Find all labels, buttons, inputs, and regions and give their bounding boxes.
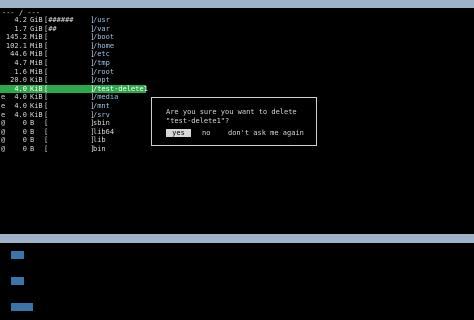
row-size-unit: B [30,136,35,145]
delete-confirm-dialog: Are you sure you want to delete "test-de… [151,97,317,146]
row-usage-bar: [ ] [44,41,95,50]
row-size-unit: KiB [30,110,43,119]
directory-row[interactable]: 4.7 MiB[ ]/tmp [0,59,474,68]
row-size-unit: MiB [30,58,43,67]
no-button[interactable]: no [202,129,210,137]
row-size: 44.6 [10,50,27,59]
row-size-unit: KiB [30,84,43,93]
row-usage-bar: [ ] [44,101,95,110]
row-usage-bar: [ ] [44,110,95,119]
row-size: 102.1 [5,41,27,50]
apparent-size-unit: GiB [11,285,25,294]
items-label: Items: [11,294,37,303]
row-name: /srv [93,110,110,119]
row-size-unit: B [30,144,35,153]
row-size: 0 [22,136,27,145]
row-size-unit: B [30,127,35,136]
row-size-unit: MiB [30,33,43,42]
row-size: 4.2 [14,16,27,24]
row-usage-bar: [ ] [44,127,95,136]
row-name: sbin [93,119,110,128]
total-usage-label: Total disk usage: [11,242,84,251]
row-name: /etc [93,50,110,59]
row-size-unit: GiB [30,24,43,33]
apparent-size-label: Apparent size: [11,268,71,277]
row-size: 1.7 [14,24,27,33]
row-usage-bar: [ ] [44,58,95,67]
row-name: /tmp [93,58,110,67]
yes-button[interactable]: yes [166,129,191,137]
row-usage-bar: [ ] [44,144,95,153]
row-name: /home [93,41,115,50]
row-usage-bar: [ ] [44,136,95,145]
total-usage-value: 6.2 [11,251,25,260]
row-size: 4.0 [14,101,27,110]
row-size-unit: B [30,119,35,128]
row-name: /mnt [93,101,110,110]
row-usage-bar: [## ] [44,24,95,33]
total-usage-unit: GiB [11,259,25,268]
row-usage-bar: [ ] [44,67,95,76]
row-name: /media [93,93,119,102]
row-size-unit: GiB [30,16,43,24]
row-size: 145.2 [5,33,27,42]
directory-row[interactable]: 1.6 MiB[ ]/root [0,68,474,77]
directory-row[interactable]: 4.2 GiB [###### ]/usr [0,16,474,25]
row-size: 4.0 [14,110,27,119]
row-size: 4.0 [14,93,27,102]
row-name: lib64 [93,127,115,136]
directory-row[interactable]: 20.0 KiB[ ]/opt [0,76,474,85]
status-bar: Total disk usage: 6.2 GiB Apparent size:… [0,234,474,319]
row-size-unit: KiB [30,76,43,85]
directory-row[interactable]: 102.1 MiB[ ]/home [0,42,474,51]
directory-row[interactable]: 145.2 MiB[ ]/boot [0,33,474,42]
row-size-unit: KiB [30,93,43,102]
items-count: 95863 [11,302,33,311]
row-name: /usr [93,16,110,24]
row-size: 0 [22,127,27,136]
directory-row[interactable]: 1.7 GiB [## ]/var [0,25,474,34]
row-size: 0 [22,144,27,153]
row-name: /boot [93,33,115,42]
row-usage-bar: [ ] [44,84,95,93]
row-size-unit: MiB [30,41,43,50]
row-usage-bar: [ ] [44,76,95,85]
row-usage-bar: [ ] [44,93,95,102]
directory-row[interactable]: @0 B[ ] bin [0,145,474,154]
sorting-label: Sorting by: size desc [11,311,100,320]
directory-row[interactable]: 44.6 MiB[ ]/etc [0,50,474,59]
row-name: /test-delete1 [93,84,148,93]
row-name: lib [93,136,106,145]
row-name: bin [93,144,106,153]
row-size: 4.7 [14,58,27,67]
row-name: /root [93,67,115,76]
dont-ask-again-button[interactable]: don't ask me again [228,129,304,137]
app-header-bar: gdu - Use arrow keys to navigate, press … [0,0,474,17]
row-name: /opt [93,76,110,85]
dialog-message: Are you sure you want to delete "test-de… [166,108,301,125]
row-size: 1.6 [14,67,27,76]
row-usage-bar: [ ] [44,33,95,42]
directory-row[interactable]: 4.0 KiB[ ]/test-delete1 [0,84,148,94]
apparent-size-value: 6.2 [11,276,25,285]
row-name: /var [93,24,110,33]
row-size: 20.0 [10,76,27,85]
row-usage-bar: [ ] [44,50,95,59]
row-usage-bar: [###### ] [44,16,95,24]
row-size-unit: MiB [30,67,43,76]
row-usage-bar: [ ] [44,119,95,128]
row-size: 0 [22,119,27,128]
row-size-unit: MiB [30,50,43,59]
row-size-unit: KiB [30,101,43,110]
row-size: 4.0 [14,84,27,93]
